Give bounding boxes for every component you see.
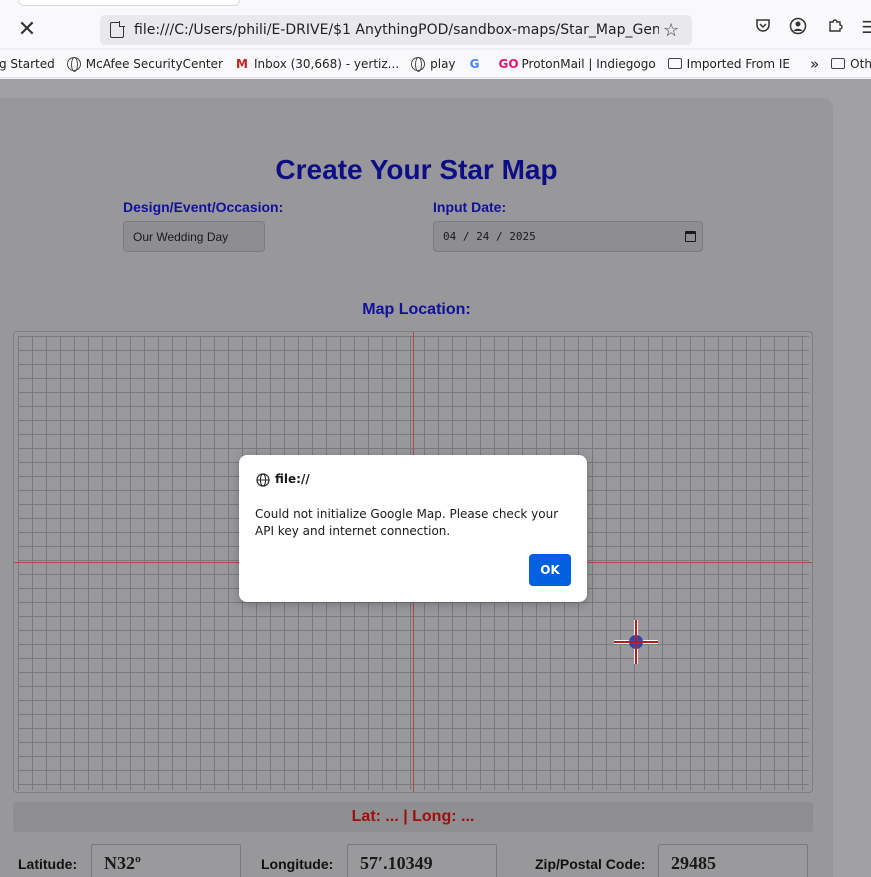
dialog-message: Could not initialize Google Map. Please … — [255, 507, 559, 538]
go-icon: GO — [498, 56, 519, 71]
bookmark-label: Imported From IE — [686, 56, 790, 71]
latitude-input[interactable]: N32º — [91, 844, 241, 877]
bookmark-item[interactable]: g Started — [0, 57, 55, 71]
longitude-label: Longitude: — [261, 856, 334, 872]
bookmark-item[interactable]: M Inbox (30,668) - yertiz... — [235, 57, 399, 71]
design-value: Our Wedding Day — [133, 229, 229, 244]
design-label: Design/Event/Occasion: — [123, 199, 284, 215]
pocket-icon[interactable] — [752, 17, 774, 39]
calendar-icon[interactable] — [685, 231, 696, 242]
browser-tab[interactable] — [18, 0, 240, 6]
bookmark-item[interactable]: McAfee SecurityCenter — [66, 56, 223, 72]
bookmark-label: Inbox (30,668) - yertiz... — [253, 56, 400, 71]
bookmark-label: play — [430, 56, 456, 71]
zip-input[interactable]: 29485 — [658, 844, 808, 877]
bookmark-label: ProtonMail | Indiegogo — [521, 56, 656, 71]
map-location-label: Map Location: — [362, 301, 471, 318]
folder-icon — [831, 58, 846, 69]
dialog-origin: file:// — [275, 472, 310, 486]
date-label: Input Date: — [433, 199, 507, 215]
account-icon[interactable] — [787, 17, 809, 39]
bookmark-label: McAfee SecurityCenter — [85, 56, 223, 71]
extensions-icon[interactable] — [824, 17, 846, 39]
bookmark-item[interactable]: play — [411, 56, 456, 72]
address-bar[interactable]: file:///C:/Users/phili/E-DRIVE/$1 Anythi… — [100, 15, 692, 45]
chevron-double-right-icon[interactable]: » — [810, 55, 819, 73]
globe-icon — [411, 56, 426, 72]
ok-button[interactable]: OK — [529, 554, 571, 586]
globe-icon — [66, 56, 81, 72]
other-bookmarks-label: Other Bookmarks — [850, 56, 871, 71]
date-input[interactable]: 04 / 24 / 2025 — [433, 221, 703, 252]
crosshair-cursor-icon — [614, 620, 658, 664]
zip-label: Zip/Postal Code: — [535, 856, 646, 872]
date-value: 04 / 24 / 2025 — [443, 230, 536, 243]
globe-icon — [256, 473, 270, 487]
gmail-icon: M — [235, 56, 248, 71]
bookmark-label: g Started — [0, 56, 55, 71]
longitude-input[interactable]: 57′.10349 — [347, 844, 497, 877]
other-bookmarks[interactable]: Other Bookmarks — [831, 57, 871, 71]
url-text[interactable]: file:///C:/Users/phili/E-DRIVE/$1 Anythi… — [134, 22, 659, 38]
latlong-status: Lat: ... | Long: ... — [13, 802, 813, 832]
menu-icon[interactable]: ☰ — [858, 17, 871, 39]
page-title: Create Your Star Map — [275, 154, 558, 185]
design-input[interactable]: Our Wedding Day — [123, 221, 265, 252]
close-icon[interactable]: ✕ — [16, 18, 38, 40]
google-icon: G — [469, 56, 480, 71]
alert-dialog: file:// Could not initialize Google Map.… — [239, 455, 587, 602]
bookmarks-bar: g Started McAfee SecurityCenter M Inbox … — [0, 50, 871, 78]
bookmark-star-icon[interactable]: ☆ — [663, 20, 679, 41]
folder-icon — [667, 58, 682, 69]
bookmark-item[interactable]: G — [468, 57, 487, 71]
page-icon — [110, 21, 125, 38]
browser-toolbar: ✕ file:///C:/Users/phili/E-DRIVE/$1 Anyt… — [0, 0, 871, 48]
latitude-label: Latitude: — [18, 856, 78, 872]
bookmark-item[interactable]: GO ProtonMail | Indiegogo — [499, 57, 656, 71]
bookmark-folder[interactable]: Imported From IE — [667, 56, 790, 71]
